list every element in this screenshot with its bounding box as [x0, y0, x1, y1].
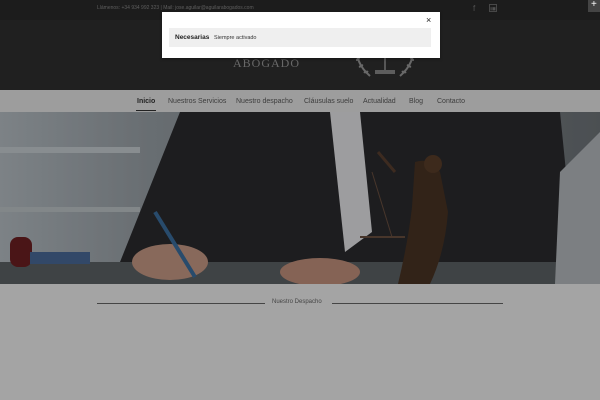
cookie-preferences-modal: × Necesarias Siempre activado	[162, 12, 440, 58]
close-icon[interactable]: ×	[426, 15, 431, 25]
modal-backdrop[interactable]	[0, 0, 600, 400]
plus-icon: +	[591, 0, 597, 10]
cookie-category-row[interactable]: Necesarias Siempre activado	[169, 28, 431, 47]
corner-plus-button[interactable]: +	[588, 0, 600, 12]
cookie-category-label: Necesarias	[175, 34, 210, 41]
cookie-category-status: Siempre activado	[214, 35, 257, 41]
